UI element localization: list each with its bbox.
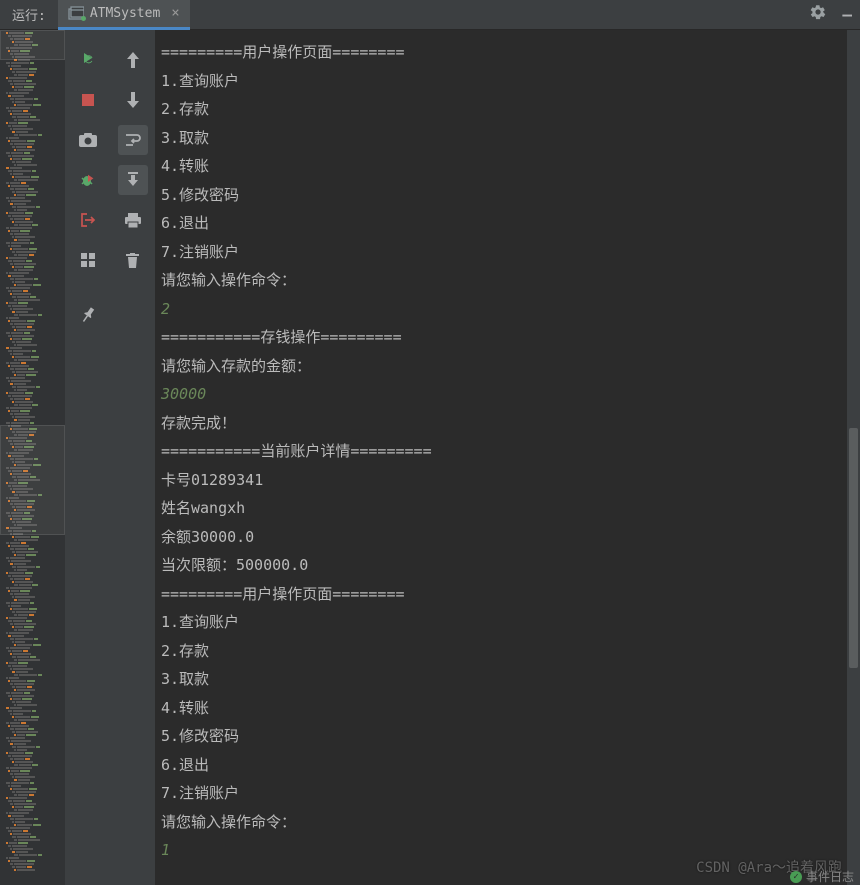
debug-icon[interactable]	[73, 165, 103, 195]
console-output-line: =========用户操作页面========	[161, 38, 841, 67]
run-controls-column-1	[65, 30, 110, 885]
exit-icon[interactable]	[73, 205, 103, 235]
scrollbar[interactable]	[847, 30, 860, 885]
console-input-line: 30000	[161, 380, 841, 409]
trash-icon[interactable]	[118, 245, 148, 275]
console-output-line: 请您输入操作命令：	[161, 808, 841, 837]
console-output-line: =========用户操作页面========	[161, 580, 841, 609]
console-output-line: 6.退出	[161, 209, 841, 238]
code-minimap[interactable]	[0, 30, 65, 885]
console-output-line: 5.修改密码	[161, 181, 841, 210]
console-output-line: 请您输入操作命令：	[161, 266, 841, 295]
status-text: 事件日志	[806, 868, 854, 885]
run-tab[interactable]: ATMSystem ×	[58, 0, 190, 30]
console-output-line: 1.查询账户	[161, 608, 841, 637]
arrow-up-icon[interactable]	[118, 45, 148, 75]
console-output-line: 存款完成！	[161, 409, 841, 438]
status-dot-icon: ✓	[790, 871, 802, 883]
status-bar: ✓ 事件日志	[790, 868, 854, 885]
minimize-icon[interactable]: —	[834, 5, 860, 24]
run-toolbar: 运行: ATMSystem × —	[0, 0, 860, 30]
main-area: =========用户操作页面========1.查询账户2.存款3.取款4.转…	[0, 30, 860, 885]
console-output-line: 请您输入存款的金额：	[161, 352, 841, 381]
console-output-line: 1.查询账户	[161, 67, 841, 96]
application-icon	[68, 6, 84, 20]
tab-label: ATMSystem	[90, 6, 160, 21]
console-output-line: 6.退出	[161, 751, 841, 780]
console-output-line: 当次限额：500000.0	[161, 551, 841, 580]
console-output[interactable]: =========用户操作页面========1.查询账户2.存款3.取款4.转…	[155, 30, 847, 885]
console-output-line: 姓名wangxh	[161, 494, 841, 523]
console-output-line: 余额30000.0	[161, 523, 841, 552]
stop-button[interactable]	[73, 85, 103, 115]
gear-icon[interactable]	[802, 5, 834, 25]
console-output-line: ===========当前账户详情=========	[161, 437, 841, 466]
scroll-thumb[interactable]	[849, 428, 858, 668]
console-input-line: 2	[161, 295, 841, 324]
console-output-line: 卡号01289341	[161, 466, 841, 495]
console-output-line: 3.取款	[161, 124, 841, 153]
run-label: 运行:	[0, 5, 58, 24]
console-output-line: 2.存款	[161, 637, 841, 666]
console-output-line: 3.取款	[161, 665, 841, 694]
close-icon[interactable]: ×	[171, 5, 179, 21]
console-output-line: 7.注销账户	[161, 779, 841, 808]
console-output-line: 5.修改密码	[161, 722, 841, 751]
run-controls-column-2	[110, 30, 155, 885]
console-output-line: 4.转账	[161, 152, 841, 181]
arrow-down-icon[interactable]	[118, 85, 148, 115]
soft-wrap-icon[interactable]	[118, 125, 148, 155]
print-icon[interactable]	[118, 205, 148, 235]
console-output-line: 2.存款	[161, 95, 841, 124]
scroll-to-end-icon[interactable]	[118, 165, 148, 195]
console-output-line: ===========存钱操作=========	[161, 323, 841, 352]
console-output-line: 7.注销账户	[161, 238, 841, 267]
camera-icon[interactable]	[73, 125, 103, 155]
layout-icon[interactable]	[73, 245, 103, 275]
rerun-button[interactable]	[73, 45, 103, 75]
console-output-line: 4.转账	[161, 694, 841, 723]
pin-icon[interactable]	[73, 300, 103, 330]
